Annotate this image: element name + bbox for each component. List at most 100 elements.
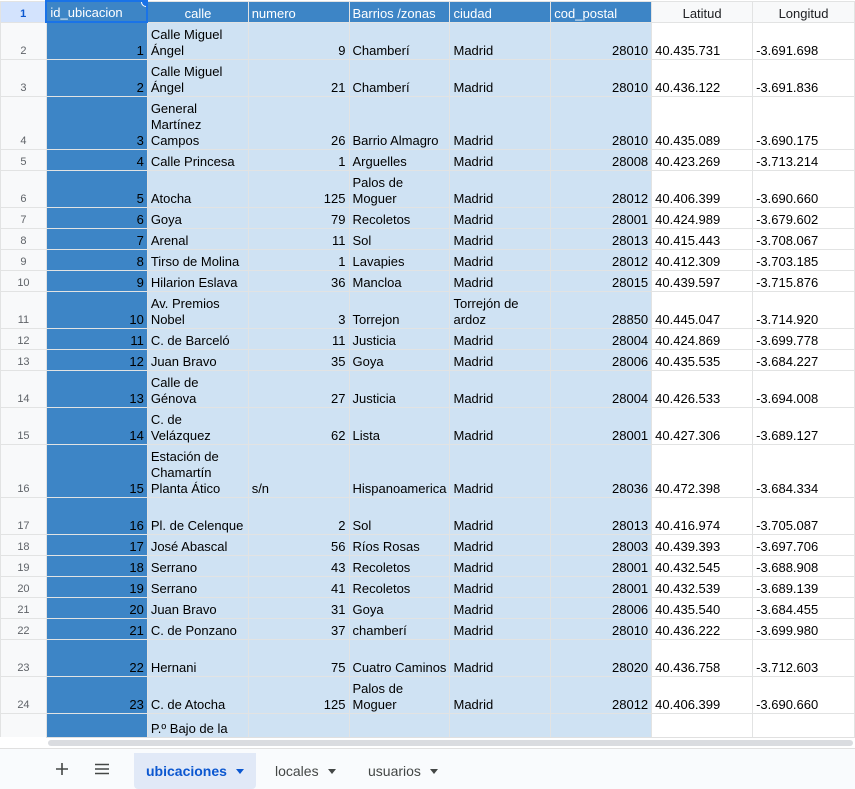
cell-calle[interactable]: Hernani xyxy=(146,638,249,677)
cell-cod-postal[interactable]: 28001 xyxy=(550,206,653,229)
cell-calle[interactable]: Pl. de Celenque xyxy=(146,496,249,535)
cell-id-ubicacion[interactable]: 11 xyxy=(45,327,148,350)
cell-numero[interactable]: s/n xyxy=(247,443,350,498)
row-number-header[interactable]: 1 xyxy=(0,0,47,23)
cell-longitud[interactable]: -3.694.008 xyxy=(752,369,855,408)
cell-longitud[interactable]: -3.699.778 xyxy=(752,327,855,350)
cell-ciudad[interactable]: Madrid xyxy=(449,58,552,97)
cell-id-ubicacion[interactable]: 5 xyxy=(45,169,148,208)
tab-ubicaciones[interactable]: ubicaciones xyxy=(134,753,256,789)
cell-latitud[interactable]: 40.424.989 xyxy=(651,206,754,229)
row-number[interactable]: 18 xyxy=(0,533,47,556)
cell-cod-postal[interactable]: 28001 xyxy=(550,575,653,598)
row-number[interactable]: 7 xyxy=(0,206,47,229)
cell-ciudad[interactable]: Madrid xyxy=(449,227,552,250)
cell-latitud[interactable]: 40.436.222 xyxy=(651,617,754,640)
cell-cod-postal[interactable]: 28010 xyxy=(550,617,653,640)
cell-barrio[interactable]: Sol xyxy=(348,496,451,535)
row-number[interactable]: 21 xyxy=(0,596,47,619)
row-number[interactable]: 5 xyxy=(0,148,47,171)
row-number[interactable]: 24 xyxy=(0,675,47,714)
cell-calle[interactable]: General Martínez Campos xyxy=(146,95,249,150)
cell-longitud[interactable]: -3.690.660 xyxy=(752,169,855,208)
cell-ciudad[interactable]: Madrid xyxy=(449,496,552,535)
header-cell-numero[interactable]: numero xyxy=(247,0,350,23)
cell-ciudad[interactable]: Madrid xyxy=(449,596,552,619)
cell-cod-postal[interactable] xyxy=(550,712,653,737)
cell-longitud[interactable]: -3.689.127 xyxy=(752,406,855,445)
cell-numero[interactable]: 11 xyxy=(247,327,350,350)
cell-cod-postal[interactable]: 28010 xyxy=(550,95,653,150)
cell-longitud[interactable]: -3.708.067 xyxy=(752,227,855,250)
cell-longitud[interactable]: -3.688.908 xyxy=(752,554,855,577)
cell-longitud[interactable]: -3.703.185 xyxy=(752,248,855,271)
cell-latitud[interactable]: 40.427.306 xyxy=(651,406,754,445)
cell-latitud[interactable]: 40.432.545 xyxy=(651,554,754,577)
cell-cod-postal[interactable]: 28036 xyxy=(550,443,653,498)
cell-calle[interactable]: Serrano xyxy=(146,575,249,598)
cell-numero[interactable]: 75 xyxy=(247,638,350,677)
cell-id-ubicacion[interactable]: 4 xyxy=(45,148,148,171)
cell-ciudad[interactable]: Madrid xyxy=(449,21,552,60)
cell-numero[interactable]: 31 xyxy=(247,596,350,619)
cell-cod-postal[interactable]: 28006 xyxy=(550,348,653,371)
cell-id-ubicacion[interactable]: 19 xyxy=(45,575,148,598)
cell-ciudad[interactable]: Madrid xyxy=(449,327,552,350)
cell-ciudad[interactable]: Madrid xyxy=(449,617,552,640)
cell-cod-postal[interactable]: 28012 xyxy=(550,248,653,271)
cell-latitud[interactable]: 40.412.309 xyxy=(651,248,754,271)
cell-latitud[interactable]: 40.432.539 xyxy=(651,575,754,598)
row-number[interactable]: 4 xyxy=(0,95,47,150)
cell-ciudad[interactable]: Madrid xyxy=(449,206,552,229)
cell-ciudad[interactable]: Madrid xyxy=(449,443,552,498)
cell-id-ubicacion[interactable] xyxy=(45,712,148,737)
cell-calle[interactable]: P.º Bajo de la Virgen del xyxy=(146,712,249,737)
cell-id-ubicacion[interactable]: 7 xyxy=(45,227,148,250)
row-number[interactable]: 15 xyxy=(0,406,47,445)
cell-id-ubicacion[interactable]: 13 xyxy=(45,369,148,408)
cell-barrio[interactable]: Goya xyxy=(348,596,451,619)
header-cell-barrios[interactable]: Barrios /zonas xyxy=(348,0,451,23)
row-number[interactable]: 19 xyxy=(0,554,47,577)
cell-calle[interactable]: C. de Velázquez xyxy=(146,406,249,445)
cell-ciudad[interactable]: Madrid xyxy=(449,575,552,598)
header-cell-longitud[interactable]: Longitud xyxy=(752,0,855,23)
cell-longitud[interactable]: -3.713.214 xyxy=(752,148,855,171)
cell-longitud[interactable]: -3.684.455 xyxy=(752,596,855,619)
cell-numero[interactable]: 56 xyxy=(247,533,350,556)
cell-calle[interactable]: Atocha xyxy=(146,169,249,208)
cell-calle[interactable]: Serrano xyxy=(146,554,249,577)
cell-calle[interactable]: Juan Bravo xyxy=(146,348,249,371)
cell-ciudad[interactable] xyxy=(449,712,552,737)
cell-id-ubicacion[interactable]: 16 xyxy=(45,496,148,535)
cell-ciudad[interactable]: Madrid xyxy=(449,406,552,445)
cell-cod-postal[interactable]: 28012 xyxy=(550,675,653,714)
cell-numero[interactable]: 125 xyxy=(247,169,350,208)
row-number[interactable]: 13 xyxy=(0,348,47,371)
cell-barrio[interactable] xyxy=(348,712,451,737)
row-number[interactable]: 10 xyxy=(0,269,47,292)
cell-latitud[interactable]: 40.415.443 xyxy=(651,227,754,250)
cell-latitud[interactable]: 40.423.269 xyxy=(651,148,754,171)
cell-latitud[interactable]: 40.436.758 xyxy=(651,638,754,677)
cell-calle[interactable]: C. de Atocha xyxy=(146,675,249,714)
cell-barrio[interactable]: Justicia xyxy=(348,327,451,350)
cell-longitud[interactable]: -3.691.698 xyxy=(752,21,855,60)
cell-longitud[interactable]: -3.697.706 xyxy=(752,533,855,556)
cell-numero[interactable]: 125 xyxy=(247,675,350,714)
cell-latitud[interactable]: 40.435.089 xyxy=(651,95,754,150)
selection-handle[interactable] xyxy=(141,3,146,7)
cell-cod-postal[interactable]: 28004 xyxy=(550,327,653,350)
cell-cod-postal[interactable]: 28008 xyxy=(550,148,653,171)
cell-numero[interactable]: 26 xyxy=(247,95,350,150)
cell-longitud[interactable]: -3.705.087 xyxy=(752,496,855,535)
cell-numero[interactable]: 79 xyxy=(247,206,350,229)
caret-down-icon[interactable] xyxy=(327,768,336,774)
caret-down-icon[interactable] xyxy=(235,768,244,774)
cell-id-ubicacion[interactable]: 1 xyxy=(45,21,148,60)
cell-barrio[interactable]: Lavapies xyxy=(348,248,451,271)
cell-latitud[interactable]: 40.472.398 xyxy=(651,443,754,498)
cell-latitud[interactable]: 40.424.869 xyxy=(651,327,754,350)
cell-longitud[interactable]: -3.684.334 xyxy=(752,443,855,498)
row-number[interactable]: 22 xyxy=(0,617,47,640)
